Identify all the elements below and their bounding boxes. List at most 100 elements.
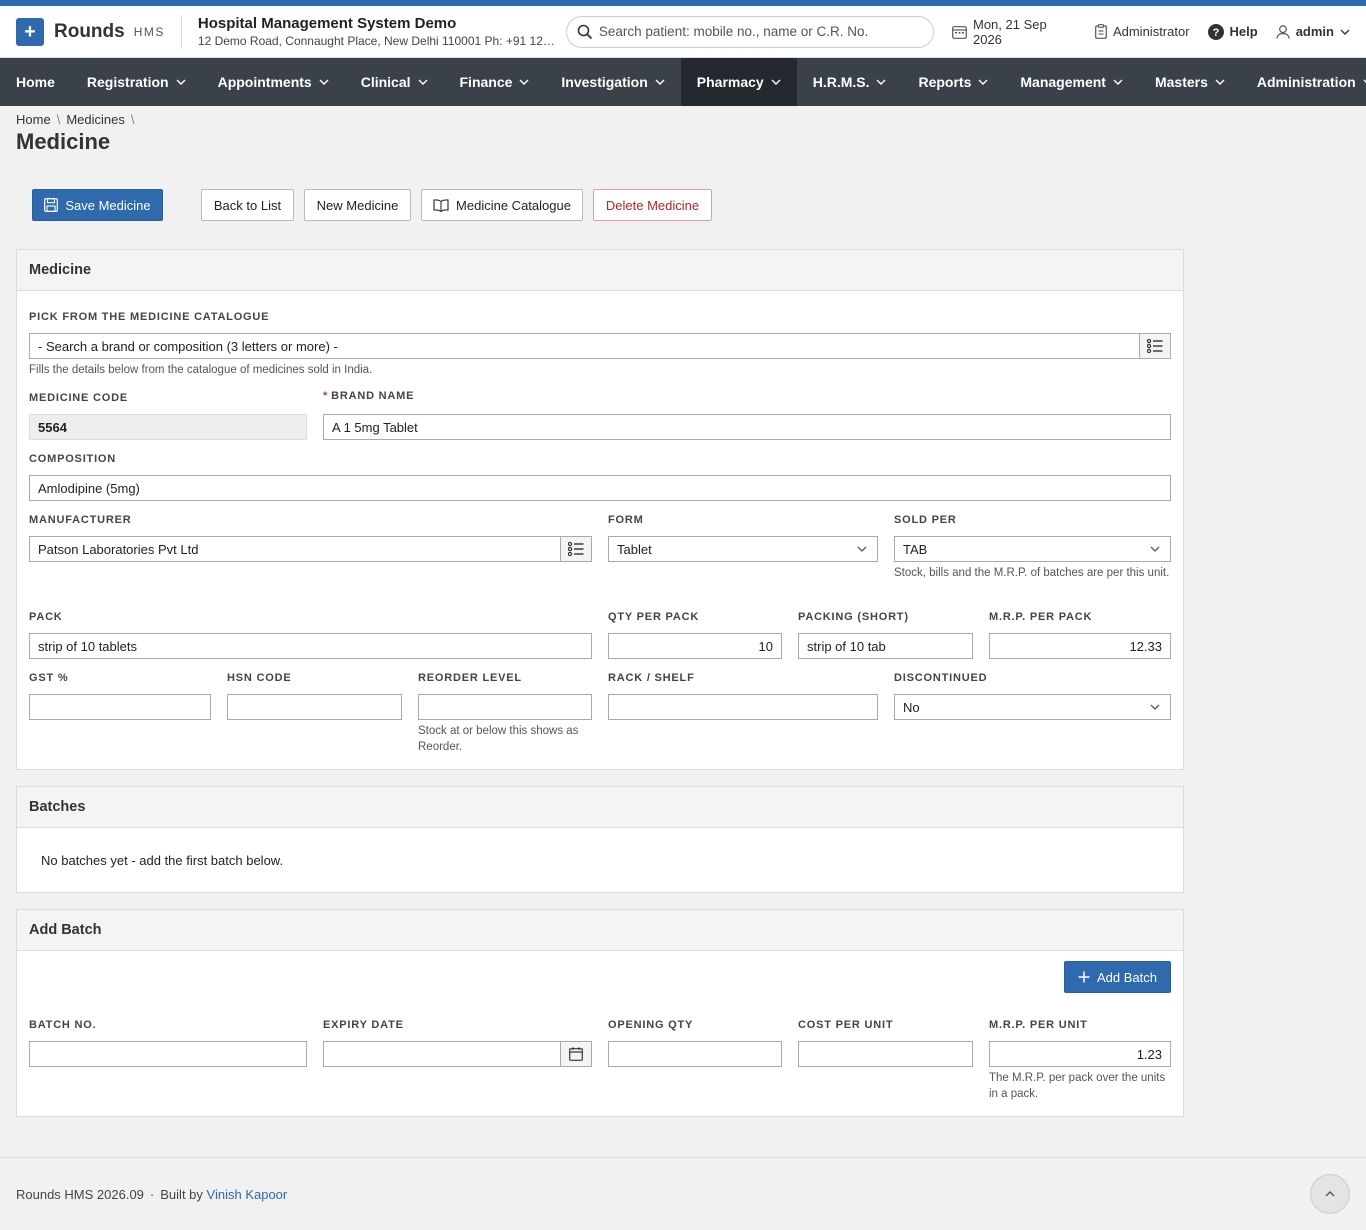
org-address: 12 Demo Road, Connaught Place, New Delhi… <box>197 34 558 48</box>
help-text: Help <box>1229 24 1258 39</box>
organization-info: Hospital Management System Demo 12 Demo … <box>198 15 558 48</box>
nav-item-investigation[interactable]: Investigation <box>545 58 680 106</box>
code-label: Medicine Code <box>29 392 129 404</box>
back-to-list-button[interactable]: Back to List <box>201 189 294 221</box>
add-batch-button[interactable]: Add Batch <box>1064 961 1171 993</box>
save-icon <box>44 198 59 212</box>
patient-search-input[interactable]: Search patient: mobile no., name or C.R.… <box>565 15 934 48</box>
manufacturer-input[interactable]: Patson Laboratories Pvt Ltd <box>29 536 561 562</box>
nav-item-clinical[interactable]: Clinical <box>345 58 444 106</box>
clipboard-icon <box>1095 24 1107 39</box>
sold-per-select[interactable]: TAB <box>894 536 1171 562</box>
qty-per-pack-input[interactable]: 10 <box>608 633 782 659</box>
footer: Rounds HMS 2026.09 · Built by Vinish Kap… <box>0 1157 1366 1230</box>
list-icon[interactable] <box>561 536 592 562</box>
mrp-per-unit-input[interactable]: 1.23 <box>989 1041 1171 1067</box>
save-label: Save Medicine <box>65 197 151 213</box>
footer-author-link[interactable]: Vinish Kapoor <box>207 1187 288 1202</box>
breadcrumb-separator: \ <box>56 112 61 127</box>
catalogue-search-select[interactable]: - Search a brand or composition (3 lette… <box>29 333 1140 359</box>
pick-help: Fills the details below from the catalog… <box>29 364 373 376</box>
mrp-per-pack-input[interactable]: 12.33 <box>989 633 1171 659</box>
hsn-label: HSN Code <box>227 672 292 684</box>
card-title: Add Batch <box>17 910 1183 951</box>
list-icon[interactable] <box>1140 333 1171 359</box>
qty-label: Qty per pack <box>608 611 700 623</box>
nav-item-administration[interactable]: Administration <box>1241 58 1366 106</box>
nav-item-pharmacy[interactable]: Pharmacy <box>680 58 797 106</box>
plus-icon <box>1078 971 1090 983</box>
nav-item-management[interactable]: Management <box>1004 58 1139 106</box>
mrp-unit-help: The M.R.P. per pack over the units in a … <box>989 1072 1166 1100</box>
help-icon: ? <box>1207 23 1224 40</box>
breadcrumb-home[interactable]: Home <box>16 112 51 127</box>
chevron-down-icon <box>1215 79 1225 85</box>
scroll-to-top-button[interactable] <box>1310 1174 1350 1214</box>
chevron-up-icon <box>1325 1191 1335 1197</box>
add-batch-card: Add Batch Add Batch Batch No. Expiry Dat… <box>16 909 1184 1117</box>
brand-name-input[interactable]: A 1 5mg Tablet <box>323 414 1171 440</box>
opening-qty-label: Opening Qty <box>608 1019 694 1031</box>
footer-version: Rounds HMS 2026.09 <box>16 1186 144 1202</box>
pack-input[interactable]: strip of 10 tablets <box>29 633 592 659</box>
empty-batches-message: No batches yet - add the first batch bel… <box>41 853 284 868</box>
role-selector[interactable]: Administrator <box>1095 24 1190 39</box>
nav-item-masters[interactable]: Masters <box>1139 58 1241 106</box>
opening-qty-input[interactable] <box>608 1041 782 1067</box>
save-medicine-button[interactable]: Save Medicine <box>32 189 163 221</box>
composition-input[interactable]: Amlodipine (5mg) <box>29 475 1171 501</box>
divider <box>180 14 182 49</box>
plus-icon: + <box>16 17 44 46</box>
delete-medicine-button[interactable]: Delete Medicine <box>593 189 712 221</box>
sold-per-label: Sold per <box>894 514 957 526</box>
nav-item-appointments[interactable]: Appointments <box>202 58 345 106</box>
mrp-unit-value: 1.23 <box>1136 1046 1162 1062</box>
breadcrumb-separator: \ <box>130 112 135 127</box>
reorder-level-input[interactable] <box>418 694 592 720</box>
app-logo[interactable]: + Rounds HMS <box>16 17 165 46</box>
packing-short-input[interactable]: strip of 10 tab <box>798 633 973 659</box>
brand-label: * Brand Name <box>323 390 414 402</box>
discontinued-value: No <box>903 699 920 715</box>
medicine-catalogue-button[interactable]: Medicine Catalogue <box>421 189 583 221</box>
catalogue-search-value: - Search a brand or composition (3 lette… <box>38 338 338 354</box>
packing-value: strip of 10 tab <box>807 638 886 654</box>
chevron-down-icon <box>519 79 529 85</box>
new-medicine-button[interactable]: New Medicine <box>304 189 411 221</box>
nav-label: Home <box>16 74 55 90</box>
form-select[interactable]: Tablet <box>608 536 878 562</box>
search-icon <box>577 24 593 39</box>
nav-item-reports[interactable]: Reports <box>902 58 1004 106</box>
nav-label: Administration <box>1256 74 1356 90</box>
mrp-unit-label: M.R.P. per Unit <box>989 1019 1088 1031</box>
user-menu[interactable]: admin <box>1276 24 1350 39</box>
nav-item-hrms[interactable]: H.R.M.S. <box>797 58 903 106</box>
chevron-down-icon <box>876 79 886 85</box>
nav-item-home[interactable]: Home <box>0 58 71 106</box>
breadcrumb-medicines[interactable]: Medicines <box>66 112 125 127</box>
cost-per-unit-input[interactable] <box>798 1041 973 1067</box>
medicine-code-field: 5564 <box>29 414 307 440</box>
composition-value: Amlodipine (5mg) <box>38 480 140 496</box>
rack-shelf-input[interactable] <box>608 694 878 720</box>
calendar-icon[interactable] <box>561 1041 592 1067</box>
new-label: New Medicine <box>316 197 399 213</box>
sold-per-value: TAB <box>903 541 928 557</box>
nav-label: Reports <box>918 74 972 90</box>
hsn-code-input[interactable] <box>227 694 402 720</box>
gst-input[interactable] <box>29 694 211 720</box>
discontinued-label: Discontinued <box>894 672 988 684</box>
batch-no-input[interactable] <box>29 1041 307 1067</box>
chevron-down-icon <box>319 79 329 85</box>
chevron-down-icon <box>418 79 427 85</box>
chevron-down-icon <box>1113 79 1123 85</box>
nav-label: Registration <box>86 74 169 90</box>
help-link[interactable]: ? Help <box>1207 23 1258 40</box>
svg-text:?: ? <box>1212 27 1219 39</box>
expiry-date-input[interactable] <box>323 1041 561 1067</box>
discontinued-select[interactable]: No <box>894 694 1171 720</box>
nav-item-registration[interactable]: Registration <box>71 58 202 106</box>
nav-item-finance[interactable]: Finance <box>444 58 546 106</box>
mrp-pack-value: 12.33 <box>1129 638 1162 654</box>
catalogue-label: Medicine Catalogue <box>456 197 571 213</box>
